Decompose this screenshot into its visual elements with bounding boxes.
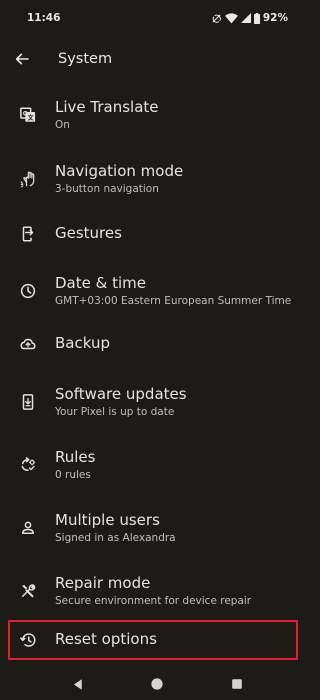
page-title: System xyxy=(58,51,113,67)
list-item-gestures[interactable]: Gestures xyxy=(0,218,315,250)
item-subtitle: Secure environment for device repair xyxy=(55,595,252,607)
item-title: Rules xyxy=(55,448,96,466)
battery-percent: 92% xyxy=(262,12,288,24)
item-title: Multiple users xyxy=(55,511,160,529)
item-title: Software updates xyxy=(55,385,187,403)
item-subtitle: On xyxy=(55,119,70,131)
gesture-hand-icon xyxy=(18,169,38,189)
status-bar: 11:46 92% xyxy=(0,0,315,36)
item-subtitle: 0 rules xyxy=(55,469,91,481)
cloud-upload-icon xyxy=(18,334,38,354)
item-title: Date & time xyxy=(55,274,146,292)
item-title: Navigation mode xyxy=(55,162,184,180)
item-title: Live Translate xyxy=(55,98,159,116)
list-item-software-updates[interactable]: Software updates Your Pixel is up to dat… xyxy=(0,377,315,427)
translate-icon: G文 xyxy=(18,105,38,125)
back-triangle-icon[interactable] xyxy=(68,674,88,694)
do-not-disturb-icon xyxy=(211,13,222,24)
item-title: Backup xyxy=(55,334,110,352)
home-circle-icon[interactable] xyxy=(147,674,167,694)
repair-tools-icon xyxy=(18,581,38,601)
list-item-repair-mode[interactable]: Repair mode Secure environment for devic… xyxy=(0,566,315,616)
navigation-bar xyxy=(0,668,315,700)
item-subtitle: 3-button navigation xyxy=(55,183,159,195)
svg-text:文: 文 xyxy=(27,114,35,122)
app-bar: System xyxy=(0,36,315,82)
list-item-date-time[interactable]: Date & time GMT+03:00 Eastern European S… xyxy=(0,266,315,316)
system-update-icon xyxy=(18,392,38,412)
status-time: 11:46 xyxy=(27,12,61,24)
battery-icon xyxy=(253,12,260,24)
phone-gesture-icon xyxy=(18,224,38,244)
person-icon xyxy=(18,518,38,538)
list-item-backup[interactable]: Backup xyxy=(0,328,315,360)
list-item-rules[interactable]: Rules 0 rules xyxy=(0,440,315,490)
list-item-live-translate[interactable]: G文 Live Translate On xyxy=(0,90,315,140)
item-title: Gestures xyxy=(55,224,122,242)
item-subtitle: Signed in as Alexandra xyxy=(55,532,176,544)
status-icons: 92% xyxy=(211,12,288,24)
highlight-box xyxy=(8,620,298,660)
list-item-multiple-users[interactable]: Multiple users Signed in as Alexandra xyxy=(0,503,315,553)
signal-icon xyxy=(240,13,251,23)
recents-square-icon[interactable] xyxy=(227,674,247,694)
item-subtitle: Your Pixel is up to date xyxy=(55,406,175,418)
wifi-icon xyxy=(224,12,238,24)
clock-icon xyxy=(18,281,38,301)
rules-icon xyxy=(18,455,38,475)
item-title: Repair mode xyxy=(55,574,151,592)
item-subtitle: GMT+03:00 Eastern European Summer Time xyxy=(55,295,292,307)
arrow-back-icon[interactable] xyxy=(12,49,32,69)
list-item-navigation-mode[interactable]: Navigation mode 3-button navigation xyxy=(0,154,315,204)
